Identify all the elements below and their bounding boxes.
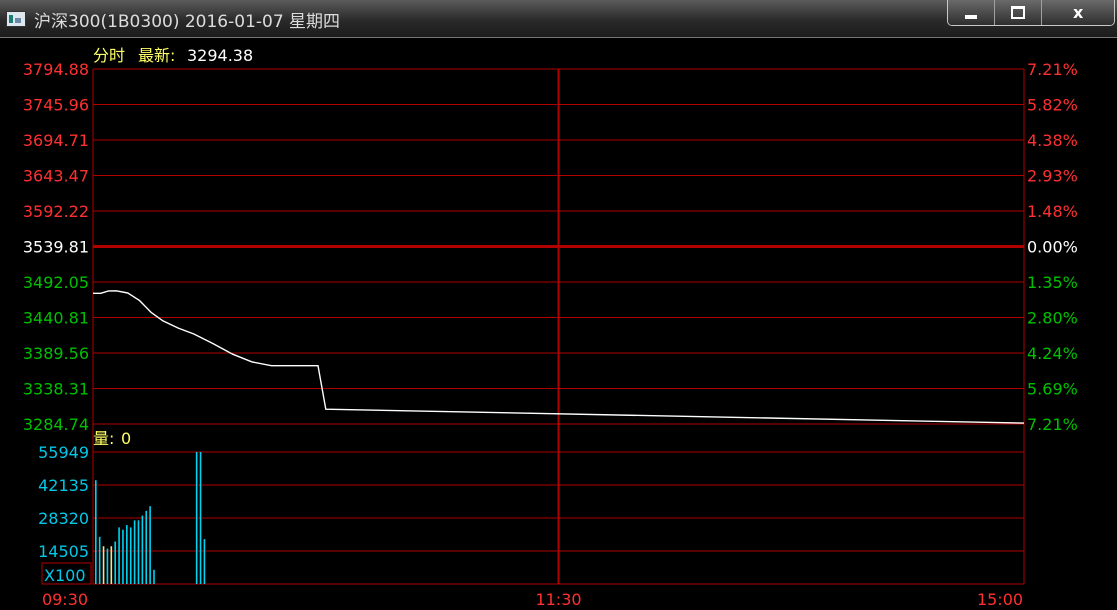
chart-app-icon bbox=[6, 11, 26, 27]
percent-tick-label: 4.38% bbox=[1027, 131, 1078, 150]
percent-tick-label: 7.21% bbox=[1027, 60, 1078, 79]
percent-tick-label: 0.00% bbox=[1027, 238, 1078, 257]
volume-multiplier: X100 bbox=[44, 566, 86, 585]
minimize-icon bbox=[965, 14, 978, 19]
volume-bar bbox=[137, 520, 140, 584]
price-axis-labels: 3794.88 3745.96 3694.71 3643.47 3592.22 3539.… bbox=[23, 60, 89, 434]
volume-bar bbox=[102, 546, 105, 584]
volume-bar bbox=[203, 539, 206, 584]
minimize-button[interactable] bbox=[948, 0, 995, 25]
volume-bar bbox=[129, 527, 132, 584]
percent-tick-label: 5.82% bbox=[1027, 96, 1078, 115]
volume-bars bbox=[95, 452, 206, 584]
mode-label: 分时 bbox=[93, 46, 125, 65]
close-icon: x bbox=[1073, 3, 1084, 22]
price-tick-label: 3745.96 bbox=[23, 96, 89, 115]
volume-bar bbox=[95, 480, 97, 584]
percent-tick-label: 2.80% bbox=[1027, 309, 1078, 328]
volume-bar bbox=[145, 510, 148, 584]
volume-bar bbox=[149, 506, 151, 584]
price-tick-label: 3492.05 bbox=[23, 273, 89, 292]
percent-tick-label: 4.24% bbox=[1027, 344, 1078, 363]
volume-bar bbox=[199, 452, 202, 584]
price-tick-label: 3539.81 bbox=[23, 238, 89, 257]
percent-tick-label: 1.48% bbox=[1027, 202, 1078, 221]
volume-axis-labels: 55949 42135 28320 14505 bbox=[38, 443, 89, 561]
title-bar[interactable]: 沪深300(1B0300) 2016-01-07 星期四 x bbox=[0, 0, 1117, 38]
price-tick-label: 3592.22 bbox=[23, 202, 89, 221]
price-tick-label: 3794.88 bbox=[23, 60, 89, 79]
price-line bbox=[93, 290, 1025, 424]
multiplier-box bbox=[41, 562, 92, 585]
volume-value: 0 bbox=[121, 429, 131, 448]
volume-bar bbox=[106, 548, 109, 584]
percent-axis-labels: 7.21% 5.82% 4.38% 2.93% 1.48% 0.00% 1.35% 2.80%… bbox=[1027, 60, 1078, 434]
volume-bar bbox=[114, 541, 116, 584]
percent-tick-label: 7.21% bbox=[1027, 415, 1078, 434]
maximize-button[interactable] bbox=[994, 0, 1042, 25]
time-tick-label: 15:00 bbox=[977, 590, 1023, 609]
volume-bar bbox=[122, 529, 124, 584]
volume-label: 量: bbox=[93, 429, 114, 448]
chart-grid bbox=[92, 68, 1025, 585]
volume-tick-label: 42135 bbox=[38, 476, 89, 495]
price-tick-label: 3643.47 bbox=[23, 167, 89, 186]
volume-bar bbox=[98, 536, 101, 584]
volume-bar bbox=[110, 546, 113, 584]
volume-bar bbox=[141, 515, 144, 584]
volume-tick-label: 28320 bbox=[38, 509, 89, 528]
volume-bar bbox=[153, 569, 155, 584]
time-axis-labels: 09:30 11:30 15:00 bbox=[42, 590, 1023, 609]
window-title: 沪深300(1B0300) 2016-01-07 星期四 bbox=[34, 12, 341, 32]
volume-tick-label: 55949 bbox=[38, 443, 89, 462]
percent-tick-label: 1.35% bbox=[1027, 273, 1078, 292]
time-tick-label: 11:30 bbox=[535, 590, 581, 609]
price-tick-label: 3440.81 bbox=[23, 309, 89, 328]
percent-tick-label: 2.93% bbox=[1027, 167, 1078, 186]
intraday-chart: 分时 最新: 3294.38 量: 0 X100 3794.883745.963… bbox=[23, 46, 1078, 609]
price-tick-label: 3284.74 bbox=[23, 415, 89, 434]
volume-bar bbox=[133, 520, 136, 584]
volume-bar bbox=[195, 452, 198, 584]
window-controls: x bbox=[947, 0, 1115, 26]
latest-value: 3294.38 bbox=[187, 46, 253, 65]
latest-label: 最新: bbox=[138, 46, 175, 65]
volume-bar bbox=[126, 525, 128, 584]
volume-tick-label: 14505 bbox=[38, 542, 89, 561]
time-tick-label: 09:30 bbox=[42, 590, 88, 609]
price-tick-label: 3694.71 bbox=[23, 131, 89, 150]
volume-bar bbox=[118, 527, 120, 584]
price-tick-label: 3389.56 bbox=[23, 344, 89, 363]
maximize-icon bbox=[1011, 6, 1026, 19]
price-tick-label: 3338.31 bbox=[23, 380, 89, 399]
close-button[interactable]: x bbox=[1041, 0, 1114, 25]
percent-tick-label: 5.69% bbox=[1027, 380, 1078, 399]
